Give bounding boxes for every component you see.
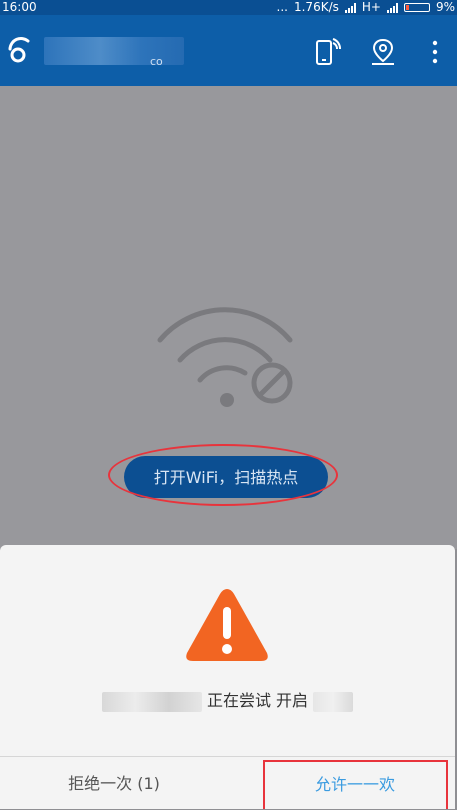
- deny-once-button[interactable]: 拒绝一次 (1): [0, 757, 228, 809]
- phone-wifi-icon[interactable]: [313, 37, 341, 67]
- annotation-ellipse: [108, 444, 338, 506]
- network-type: H+: [361, 0, 381, 14]
- status-dots: ...: [276, 0, 288, 14]
- network-speed: 1.76K/s: [293, 0, 339, 14]
- battery-icon: [403, 3, 430, 12]
- signal-strength-icon-2: [386, 2, 398, 13]
- app-logo-icon: [8, 36, 30, 63]
- dialog-message: 正在尝试 开启: [0, 687, 455, 712]
- more-vert-icon[interactable]: [425, 37, 445, 67]
- app-title-redacted: [44, 37, 184, 65]
- status-time: 16:00: [2, 0, 37, 14]
- app-bar: co: [0, 15, 457, 86]
- battery-level: 9%: [435, 0, 455, 14]
- wifi-off-icon: [157, 307, 293, 407]
- dialog-message-text: 正在尝试 开启: [206, 691, 309, 710]
- status-bar: 16:00 ... 1.76K/s H+ 9%: [0, 0, 457, 15]
- status-indicators: ... 1.76K/s H+ 9%: [277, 0, 455, 15]
- redacted-permission-name: [313, 691, 354, 712]
- annotation-rectangle: [263, 760, 448, 809]
- signal-strength-icon: [344, 2, 356, 13]
- warning-icon: [186, 589, 268, 661]
- redacted-app-name: [101, 691, 202, 712]
- location-pin-icon[interactable]: [369, 37, 397, 67]
- app-subtitle: co: [150, 55, 163, 68]
